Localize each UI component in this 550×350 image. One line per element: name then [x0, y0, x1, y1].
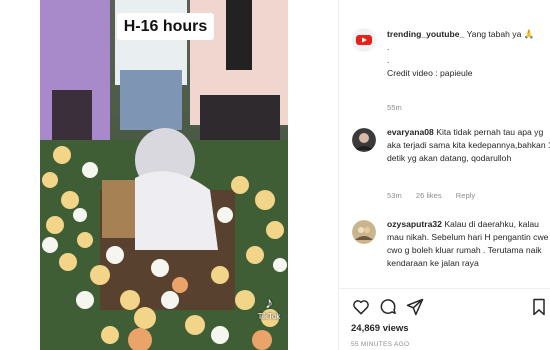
comment-body: ozysaputra32 Kalau di daerahku, kalau ma…	[387, 218, 550, 270]
comment-time: 55m	[387, 103, 402, 112]
person-dark-vest	[226, 0, 252, 70]
comment-username[interactable]: evaryana08	[387, 127, 434, 137]
paper-plane-icon[interactable]	[405, 297, 425, 317]
comment-username[interactable]: ozysaputra32	[387, 219, 442, 229]
media-gap	[288, 0, 338, 350]
comment-username[interactable]: trending_youtube_	[387, 29, 464, 39]
reply-button[interactable]: Reply	[456, 191, 475, 200]
view-count[interactable]: 24,869 views	[351, 323, 409, 334]
comment-icon[interactable]	[378, 297, 398, 317]
comment-time: 53m	[387, 191, 402, 200]
comment-likes[interactable]: 26 likes	[416, 191, 442, 200]
video-caption: H-16 hours	[117, 13, 214, 40]
tiktok-label: TikTok	[257, 312, 281, 321]
caption-line: .	[387, 42, 390, 52]
heart-icon[interactable]	[351, 297, 371, 317]
actions-divider	[339, 288, 550, 289]
avatar[interactable]	[352, 220, 376, 244]
tiktok-logo-icon: ♪	[265, 295, 273, 312]
caption-line: .	[387, 55, 390, 65]
comment-meta: 53m 26 likes Reply	[387, 191, 487, 200]
video-frame	[40, 0, 288, 350]
video-player[interactable]: H-16 hours ♪ TikTok	[40, 0, 288, 350]
avatar[interactable]	[352, 128, 376, 152]
youtube-logo-icon[interactable]	[352, 28, 376, 52]
caption-credit: Credit video : papieule	[387, 68, 473, 78]
caption-text: trending_youtube_ Yang tabah ya 🙏 . . Cr…	[387, 28, 550, 80]
post-timestamp: 55 MINUTES AGO	[351, 341, 410, 348]
comments-panel: trending_youtube_ Yang tabah ya 🙏 . . Cr…	[339, 0, 550, 350]
comment-text: Yang tabah ya 🙏	[464, 29, 535, 39]
comment-meta: 55m	[387, 103, 414, 112]
tiktok-watermark: ♪ TikTok	[252, 295, 286, 322]
media-margin	[0, 0, 40, 350]
bookmark-icon[interactable]	[529, 297, 549, 317]
comment-body: evaryana08 Kita tidak pernah tau apa yg …	[387, 126, 550, 165]
person-jeans	[120, 70, 182, 130]
action-bar	[351, 297, 549, 317]
